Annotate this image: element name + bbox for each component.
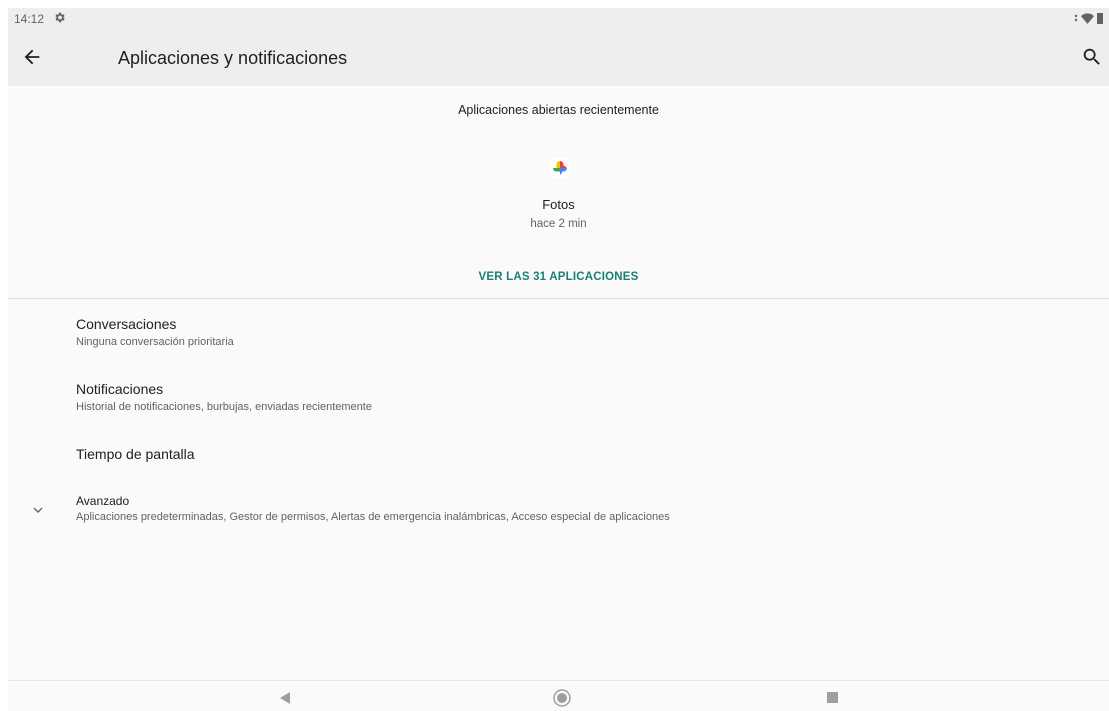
battery-icon — [1097, 13, 1103, 24]
setting-title: Notificaciones — [76, 381, 164, 397]
signal-dots-icon — [1074, 14, 1078, 21]
page-title: Aplicaciones y notificaciones — [118, 48, 348, 68]
chevron-down-icon[interactable] — [30, 502, 46, 518]
recent-app-time: hace 2 min — [530, 218, 587, 230]
app-toolbar: Aplicaciones y notificaciones — [8, 30, 1109, 86]
nav-home-icon[interactable] — [553, 689, 571, 707]
setting-summary: Aplicaciones predeterminadas, Gestor de … — [76, 511, 670, 523]
divider — [8, 298, 1109, 299]
wifi-icon — [1081, 13, 1094, 24]
recent-app-name[interactable]: Fotos — [8, 197, 1109, 212]
setting-summary: Historial de notificaciones, burbujas, e… — [76, 401, 372, 413]
setting-item-screen-time[interactable]: Tiempo de pantalla — [76, 446, 1076, 462]
nav-recents-icon[interactable] — [827, 692, 838, 703]
status-bar: 14:12 — [8, 8, 1109, 30]
setting-item-conversations[interactable]: Conversaciones Ninguna conversación prio… — [76, 316, 1076, 348]
setting-item-notifications[interactable]: Notificaciones Historial de notificacion… — [76, 381, 1076, 413]
nav-back-icon[interactable] — [278, 691, 292, 705]
recent-apps-header: Aplicaciones abiertas recientemente — [458, 103, 659, 117]
status-time: 14:12 — [14, 12, 45, 26]
setting-title: Tiempo de pantalla — [76, 446, 195, 462]
setting-summary: Ninguna conversación prioritaria — [76, 336, 234, 348]
settings-screen: 14:12 Aplicaciones y notificaciones Apli… — [8, 8, 1109, 711]
navigation-bar — [8, 680, 1109, 711]
arrow-back-icon[interactable] — [21, 46, 43, 68]
status-icons — [1074, 13, 1103, 24]
pinwheel-photos-icon[interactable] — [550, 158, 570, 178]
search-icon[interactable] — [1081, 46, 1103, 68]
see-all-apps-button[interactable]: VER LAS 31 APLICACIONES — [8, 271, 1109, 283]
setting-item-advanced[interactable]: Avanzado Aplicaciones predeterminadas, G… — [76, 494, 1076, 523]
gear-icon — [55, 12, 65, 23]
setting-title: Avanzado — [76, 494, 130, 508]
setting-title: Conversaciones — [76, 316, 177, 332]
